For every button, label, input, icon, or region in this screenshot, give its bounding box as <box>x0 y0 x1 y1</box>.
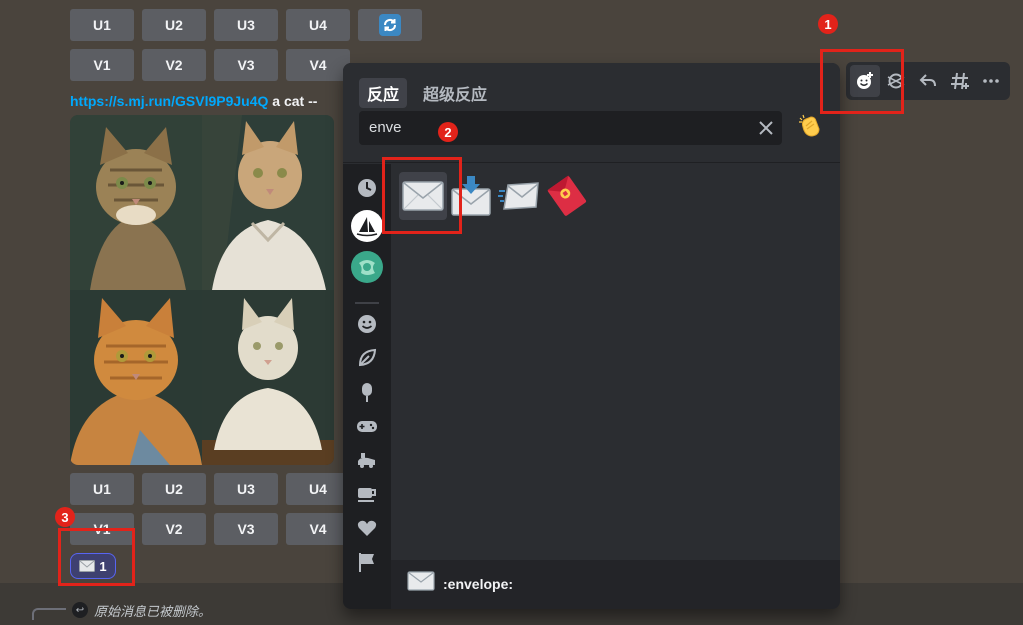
reply-icon: ↩ <box>72 602 88 618</box>
refresh-icon <box>379 14 401 36</box>
u4-button[interactable]: U4 <box>286 473 350 505</box>
search-value: enve <box>369 119 402 136</box>
reply-text: 原始消息已被删除。 <box>94 603 212 619</box>
image-cell-tabby[interactable] <box>70 115 202 290</box>
image-grid[interactable] <box>70 115 334 465</box>
people-category[interactable] <box>355 312 379 336</box>
clapping-hands-icon <box>799 114 820 137</box>
u3-button[interactable]: U3 <box>214 473 278 505</box>
annotation-badge-3: 3 <box>55 507 75 527</box>
gamepad-icon <box>357 421 377 432</box>
prompt-link[interactable]: https://s.mj.run/GSVl9P9Ju4Q <box>70 93 268 109</box>
v4-button[interactable]: V4 <box>286 513 350 545</box>
annotation-badge-2: 2 <box>438 122 458 142</box>
image-cell-white[interactable] <box>202 290 334 465</box>
emoji-picker: 反应 超级反应 enve:envelope: <box>343 63 840 609</box>
v4-button[interactable]: V4 <box>286 49 350 81</box>
picker-preview: :envelope: <box>391 560 840 609</box>
top-upscale-row: U1 U2 U3 U4 <box>70 9 422 41</box>
preview-emoji-name: :envelope: <box>443 576 514 592</box>
envelope-icon <box>407 571 435 591</box>
highlight-box-1 <box>820 49 904 114</box>
u3-button[interactable]: U3 <box>214 9 278 41</box>
recent-category[interactable] <box>355 176 379 200</box>
highlight-box-2 <box>382 157 462 234</box>
create-thread-button[interactable] <box>945 65 975 97</box>
flag-icon <box>359 553 374 572</box>
prompt-line: https://s.mj.run/GSVl9P9Ju4Q a cat -- <box>70 93 317 109</box>
server-globe-icon <box>351 251 383 283</box>
v1-button[interactable]: V1 <box>70 49 134 81</box>
reply-spine <box>32 608 66 620</box>
nature-category[interactable] <box>355 346 379 370</box>
reply-reference[interactable]: ↩ 原始消息已被删除。 <box>32 600 211 620</box>
u2-button[interactable]: U2 <box>142 9 206 41</box>
activities-category[interactable] <box>355 414 379 438</box>
annotation-badge-1: 1 <box>818 14 838 34</box>
symbols-category[interactable] <box>355 516 379 540</box>
emoji-incoming-envelope[interactable] <box>495 172 543 220</box>
u1-button[interactable]: U1 <box>70 473 134 505</box>
travel-category[interactable] <box>355 448 379 472</box>
clear-icon[interactable] <box>757 119 775 137</box>
emoji-red-envelope[interactable] <box>543 172 591 220</box>
midjourney-server-icon <box>351 210 383 242</box>
flags-category[interactable] <box>355 550 379 574</box>
v3-button[interactable]: V3 <box>214 49 278 81</box>
server-emoji-globe[interactable] <box>351 251 383 283</box>
bottom-upscale-row: U1 U2 U3 U4 <box>70 473 350 505</box>
prompt-text: a cat -- <box>268 93 318 109</box>
incoming-envelope-icon <box>498 182 539 210</box>
v2-button[interactable]: V2 <box>142 513 206 545</box>
emoji-search-input[interactable]: enve <box>359 111 782 145</box>
reroll-button[interactable] <box>358 9 422 41</box>
v3-button[interactable]: V3 <box>214 513 278 545</box>
coffee-icon <box>358 488 376 502</box>
create-thread-icon <box>950 72 969 90</box>
image-cell-orange[interactable] <box>70 290 202 465</box>
tab-reactions[interactable]: 反应 <box>359 78 408 108</box>
sidebar-divider <box>355 302 379 304</box>
more-icon <box>983 79 999 83</box>
u2-button[interactable]: U2 <box>142 473 206 505</box>
u1-button[interactable]: U1 <box>70 9 134 41</box>
reply-icon <box>919 74 936 87</box>
heart-icon <box>357 520 377 536</box>
image-cell-cream[interactable] <box>202 115 334 290</box>
more-button[interactable] <box>976 65 1006 97</box>
picker-header: 反应 超级反应 enve <box>343 63 840 163</box>
car-icon <box>358 453 375 468</box>
v2-button[interactable]: V2 <box>142 49 206 81</box>
preview-emoji <box>407 571 435 596</box>
highlight-box-3 <box>58 528 135 586</box>
red-envelope-icon <box>547 175 587 216</box>
top-variation-row: V1 V2 V3 V4 <box>70 49 350 81</box>
popsicle-icon <box>362 383 372 402</box>
server-emoji-midjourney[interactable] <box>351 210 383 242</box>
clock-icon <box>358 179 376 197</box>
u4-button[interactable]: U4 <box>286 9 350 41</box>
food-category[interactable] <box>355 380 379 404</box>
smile-icon <box>358 315 376 333</box>
leaf-icon <box>358 348 377 367</box>
random-emoji-button[interactable] <box>797 113 823 146</box>
tab-super-reactions[interactable]: 超级反应 <box>415 78 495 108</box>
objects-category[interactable] <box>355 482 379 506</box>
reply-button[interactable] <box>913 65 943 97</box>
